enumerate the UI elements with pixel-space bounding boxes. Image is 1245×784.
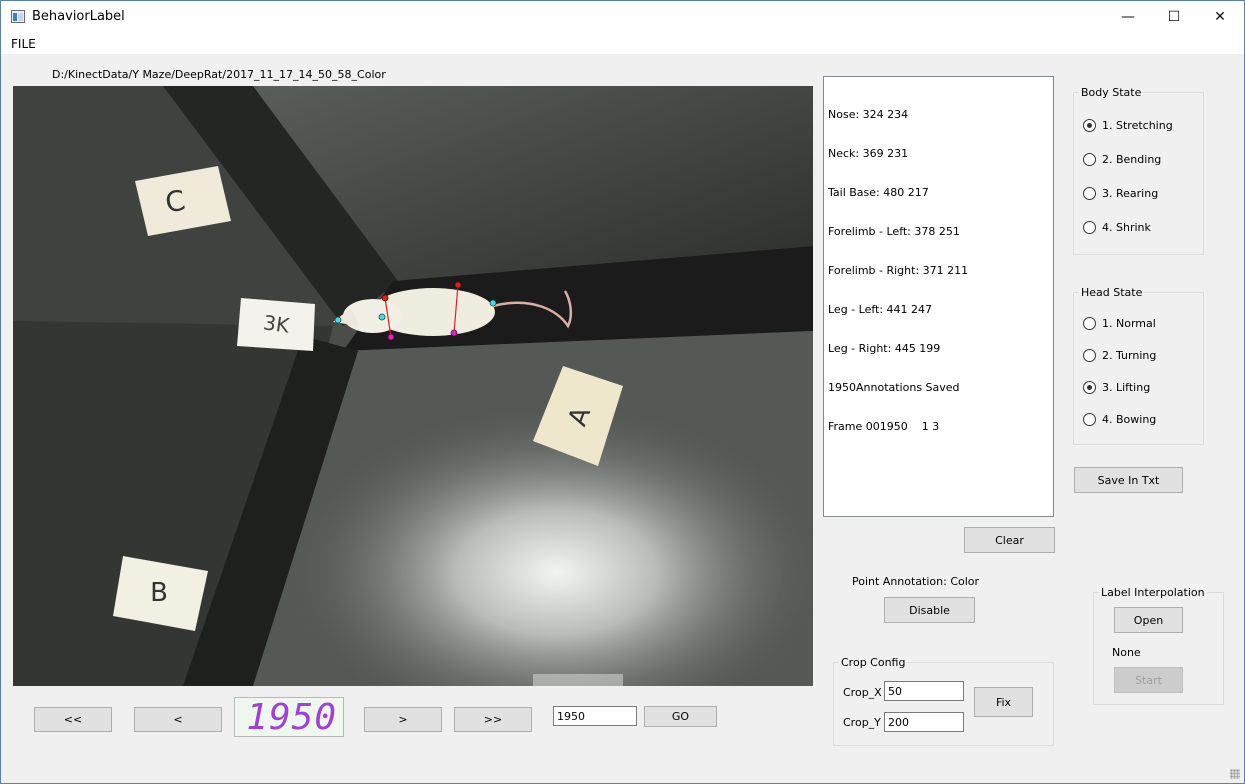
minimize-icon: —: [1121, 8, 1135, 25]
point-annotation-label: Point Annotation: Color: [852, 575, 980, 588]
log-line: Leg - Right: 445 199: [828, 342, 941, 355]
radio-button[interactable]: [1083, 153, 1096, 166]
crop-y-label: Crop_Y: [843, 716, 881, 729]
radio-label: 4. Shrink: [1102, 221, 1151, 234]
clear-button[interactable]: Clear: [964, 527, 1055, 553]
radio-button[interactable]: [1083, 381, 1096, 394]
keypoint-forelimb-right[interactable]: [381, 294, 389, 302]
body-state-option-stretching[interactable]: 1. Stretching: [1083, 119, 1173, 132]
head-state-option-normal[interactable]: 1. Normal: [1083, 317, 1156, 330]
log-line: 1950Annotations Saved: [828, 381, 960, 394]
head-state-option-lifting[interactable]: 3. Lifting: [1083, 381, 1150, 394]
radio-label: 2. Bending: [1102, 153, 1162, 166]
radio-button[interactable]: [1083, 317, 1096, 330]
keypoint-tail-base[interactable]: [489, 299, 497, 307]
head-state-option-turning[interactable]: 2. Turning: [1083, 349, 1156, 362]
keypoint-neck[interactable]: [378, 313, 386, 321]
disable-button[interactable]: Disable: [884, 597, 975, 623]
log-line: Neck: 369 231: [828, 147, 909, 160]
app-icon: [11, 10, 25, 23]
video-path-label: D:/KinectData/Y Maze/DeepRat/2017_11_17_…: [52, 68, 386, 81]
radio-button[interactable]: [1083, 413, 1096, 426]
interpolation-status: None: [1112, 646, 1141, 659]
app-window: BehaviorLabel — ☐ ✕ FILE D:/KinectData/Y…: [0, 0, 1245, 784]
resize-grip[interactable]: [1230, 769, 1240, 779]
log-line: Nose: 324 234: [828, 108, 909, 121]
title-bar: BehaviorLabel — ☐ ✕: [1, 1, 1244, 32]
head-state-option-bowing[interactable]: 4. Bowing: [1083, 413, 1156, 426]
log-line: Frame 001950 1 3: [828, 420, 940, 433]
log-line: Forelimb - Left: 378 251: [828, 225, 960, 238]
marker-label-3k: 3K: [262, 310, 292, 337]
crop-config-title: Crop Config: [839, 656, 908, 669]
start-button[interactable]: Start: [1114, 667, 1183, 693]
radio-label: 4. Bowing: [1102, 413, 1157, 426]
frame-lcd-display: 1950: [234, 697, 344, 738]
radio-button[interactable]: [1083, 349, 1096, 362]
log-line: Tail Base: 480 217: [828, 186, 929, 199]
minimize-button[interactable]: —: [1105, 1, 1151, 32]
log-line: Leg - Left: 441 247: [828, 303, 933, 316]
radio-label: 2. Turning: [1102, 349, 1157, 362]
open-button[interactable]: Open: [1114, 607, 1183, 633]
radio-button[interactable]: [1083, 187, 1096, 200]
body-state-title: Body State: [1079, 86, 1144, 99]
annotation-log[interactable]: Nose: 324 234 Neck: 369 231 Tail Base: 4…: [823, 76, 1054, 517]
menu-file[interactable]: FILE: [11, 37, 36, 51]
keypoint-leg-right[interactable]: [454, 281, 462, 289]
crop-x-input[interactable]: [884, 681, 964, 701]
crop-y-input[interactable]: [884, 712, 964, 732]
menu-bar: FILE: [1, 32, 1244, 54]
radio-label: 3. Lifting: [1102, 381, 1151, 394]
window-title: BehaviorLabel: [32, 9, 125, 24]
keypoint-forelimb-left[interactable]: [387, 333, 395, 341]
close-icon: ✕: [1214, 8, 1226, 25]
head-state-title: Head State: [1079, 286, 1145, 299]
body-state-option-rearing[interactable]: 3. Rearing: [1083, 187, 1158, 200]
marker-3k: 3K: [237, 298, 315, 351]
video-frame[interactable]: C 3K A B: [13, 86, 813, 686]
radio-button[interactable]: [1083, 119, 1096, 132]
go-button[interactable]: GO: [644, 706, 717, 727]
radio-button[interactable]: [1083, 221, 1096, 234]
close-button[interactable]: ✕: [1197, 1, 1243, 32]
first-frame-button[interactable]: <<: [34, 707, 112, 732]
body-state-option-bending[interactable]: 2. Bending: [1083, 153, 1161, 166]
keypoint-nose[interactable]: [334, 316, 342, 324]
next-frame-button[interactable]: >: [364, 707, 442, 732]
prev-frame-button[interactable]: <: [134, 707, 222, 732]
body-state-option-shrink[interactable]: 4. Shrink: [1083, 221, 1151, 234]
save-in-txt-button[interactable]: Save In Txt: [1074, 467, 1183, 493]
radio-label: 1. Normal: [1102, 317, 1156, 330]
marker-label-b: B: [150, 578, 168, 608]
last-frame-button[interactable]: >>: [454, 707, 532, 732]
radio-label: 1. Stretching: [1102, 119, 1173, 132]
radio-label: 3. Rearing: [1102, 187, 1159, 200]
crop-x-label: Crop_X: [843, 686, 882, 699]
log-line: Forelimb - Right: 371 211: [828, 264, 969, 277]
maximize-icon: ☐: [1167, 8, 1181, 25]
video-frame-image: C 3K A B: [13, 86, 813, 686]
keypoint-leg-left[interactable]: [450, 329, 458, 337]
fix-button[interactable]: Fix: [974, 687, 1033, 717]
maximize-button[interactable]: ☐: [1151, 1, 1197, 32]
goto-frame-input[interactable]: [553, 706, 637, 726]
label-interpolation-title: Label Interpolation: [1099, 586, 1207, 599]
